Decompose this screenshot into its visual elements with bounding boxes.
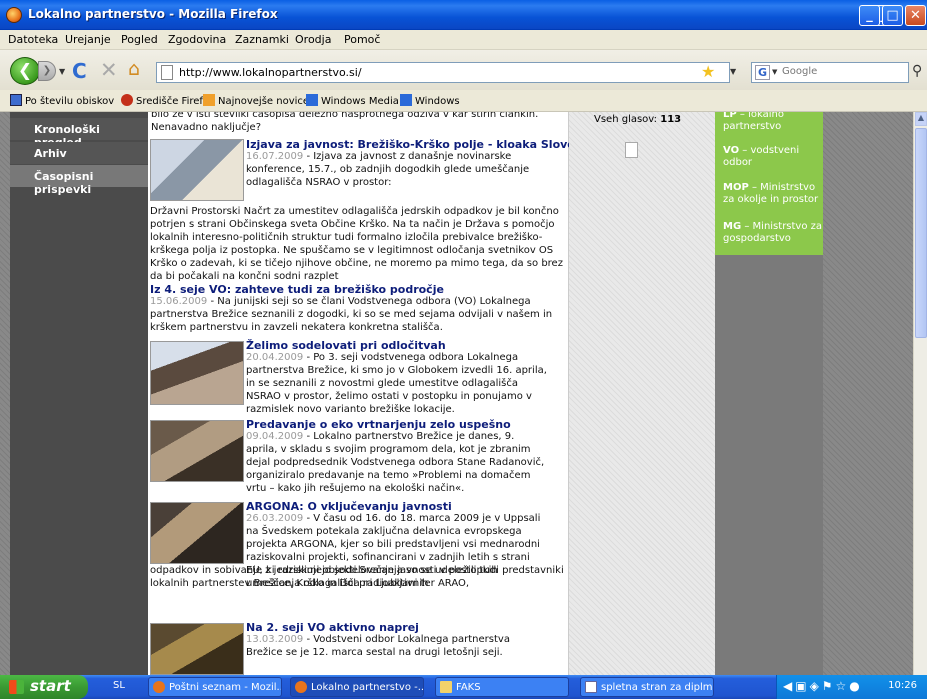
rss-icon	[203, 94, 215, 106]
article-summary: 13.03.2009 - Vodstveni odbor Lokalnega p…	[246, 634, 510, 658]
search-icon[interactable]: ⚲	[912, 63, 922, 79]
legend-item-vo: VO – vodstveni odbor	[723, 145, 800, 168]
task-button-lokalno-partnerstvo[interactable]: Lokalno partnerstvo -...	[290, 677, 424, 697]
poll-column: Vseh glasov: 113	[569, 112, 715, 675]
navigation-toolbar: ❮ ❯ ▼ C ✕ ⌂ http://www.lokalnopartnerstv…	[0, 50, 927, 90]
blue-page-icon	[10, 94, 22, 106]
firefox-icon	[153, 681, 165, 693]
menu-orodja[interactable]: Orodja	[295, 33, 331, 46]
article-thumbnail[interactable]	[150, 420, 244, 482]
stop-icon[interactable]: ✕	[100, 58, 118, 82]
legend-item-lp: LP – lokalno partnerstvo	[723, 112, 784, 132]
document-icon	[585, 681, 597, 693]
maximize-button[interactable]: □	[882, 5, 903, 26]
article-summary: 09.04.2009 - Lokalno partnerstvo Brežice…	[246, 431, 545, 494]
page-viewport: Kronološki pregled Arhiv Časopisni prisp…	[0, 112, 913, 675]
poll-total-votes: Vseh glasov: 113	[594, 114, 682, 125]
scroll-thumb[interactable]	[915, 128, 927, 338]
close-button[interactable]: ✕	[905, 5, 926, 26]
page-icon	[161, 65, 173, 80]
windows-logo-icon	[9, 680, 24, 694]
legend-item-mg: MG – Ministrstvo za gospodarstvo	[723, 221, 823, 244]
history-dropdown-icon[interactable]: ▼	[59, 67, 65, 76]
article-thumbnail[interactable]	[150, 623, 244, 675]
start-button[interactable]: start	[0, 675, 88, 699]
bookmark-firefox-center[interactable]: Središče Firefox	[121, 94, 215, 107]
task-button-spletna-stran[interactable]: spletna stran za diplm...	[580, 677, 714, 697]
article-thumbnail[interactable]	[150, 139, 244, 201]
home-icon[interactable]: ⌂	[128, 58, 140, 80]
legend-item-mop: MOP – Ministrstvo za okolje in prostor	[723, 182, 819, 205]
back-button[interactable]: ❮	[10, 57, 40, 85]
sidebar-item-arhiv[interactable]: Arhiv	[10, 142, 148, 164]
article-extra: Državni Prostorski Načrt za umestitev od…	[150, 206, 563, 282]
scroll-up-arrow-icon[interactable]: ▲	[915, 112, 927, 126]
left-navigation: Kronološki pregled Arhiv Časopisni prisp…	[10, 112, 148, 675]
menu-urejanje[interactable]: Urejanje	[65, 33, 111, 46]
search-box[interactable]: G ▼	[751, 62, 909, 83]
bookmark-windows[interactable]: Windows	[400, 94, 460, 107]
menu-pogled[interactable]: Pogled	[121, 33, 158, 46]
window-title-bar[interactable]: Lokalno partnerstvo - Mozilla Firefox _	[0, 0, 927, 30]
bookmark-windows-media[interactable]: Windows Media	[306, 94, 399, 107]
tray-icons[interactable]: ◀▣◈⚑☆●	[783, 679, 863, 693]
bookmark-latest-news[interactable]: Najnovejše novice	[203, 94, 309, 107]
firefox-icon	[121, 94, 133, 106]
clock[interactable]: 10:26	[888, 680, 917, 691]
url-bar[interactable]: http://www.lokalnopartnerstvo.si/	[156, 62, 730, 83]
search-engine-dropdown-icon[interactable]: ▼	[772, 68, 777, 76]
system-tray: ◀▣◈⚑☆● 10:26	[776, 675, 927, 699]
windows-icon	[400, 94, 412, 106]
forward-button[interactable]: ❯	[38, 61, 56, 81]
language-indicator[interactable]: SL	[113, 680, 125, 691]
vertical-scrollbar[interactable]: ▲	[913, 112, 927, 675]
article-summary: 20.04.2009 - Po 3. seji vodstvenega odbo…	[246, 352, 547, 415]
article-summary: 16.07.2009 - Izjava za javnost z današnj…	[246, 151, 530, 188]
article-thumbnail[interactable]	[150, 502, 244, 564]
right-column-empty	[715, 255, 823, 675]
firefox-icon	[6, 7, 22, 23]
task-button-postni-seznam[interactable]: Poštni seznam - Mozil...	[148, 677, 282, 697]
broken-image-icon	[625, 142, 638, 158]
menu-zaznamki[interactable]: Zaznamki	[235, 33, 289, 46]
google-icon[interactable]: G	[755, 65, 770, 80]
intro-text: bilo že v isti številki časopisa deležno…	[151, 112, 539, 133]
menu-bar: Datoteka Urejanje Pogled Zgodovina Zazna…	[0, 30, 927, 50]
menu-pomoc[interactable]: Pomoč	[344, 33, 380, 46]
article-thumbnail[interactable]	[150, 341, 244, 405]
sidebar-item-casopisni-prispevki[interactable]: Časopisni prispevki	[10, 165, 148, 196]
url-dropdown-icon[interactable]: ▼	[730, 67, 736, 76]
menu-zgodovina[interactable]: Zgodovina	[168, 33, 226, 46]
sidebar-item-kronoloski-pregled[interactable]: Kronološki pregled	[10, 118, 148, 149]
search-input[interactable]	[782, 66, 902, 77]
window-title: Lokalno partnerstvo - Mozilla Firefox	[28, 7, 278, 21]
folder-icon	[440, 681, 452, 693]
reload-icon[interactable]: C	[72, 59, 87, 83]
menu-datoteka[interactable]: Datoteka	[8, 33, 58, 46]
article-extra: odpadkov in sobivanje z jedrskimi objekt…	[150, 565, 564, 589]
bookmarks-toolbar: Po številu obiskov Središče Firefox Najn…	[0, 90, 927, 112]
news-column: bilo že v isti številki časopisa deležno…	[148, 112, 604, 675]
article-summary: 15.06.2009 - Na junijski seji so se član…	[150, 296, 553, 333]
bookmark-most-visited[interactable]: Po številu obiskov	[10, 94, 114, 107]
firefox-icon	[295, 681, 307, 693]
taskbar: start SL Poštni seznam - Mozil... Lokaln…	[0, 675, 927, 699]
url-text[interactable]: http://www.lokalnopartnerstvo.si/	[179, 66, 362, 79]
abbreviation-legend: LP – lokalno partnerstvo VO – vodstveni …	[715, 112, 823, 255]
minimize-button-2[interactable]: _	[859, 5, 880, 26]
task-button-faks[interactable]: FAKS	[435, 677, 569, 697]
windows-media-icon	[306, 94, 318, 106]
bookmark-star-icon[interactable]: ★	[701, 62, 715, 81]
